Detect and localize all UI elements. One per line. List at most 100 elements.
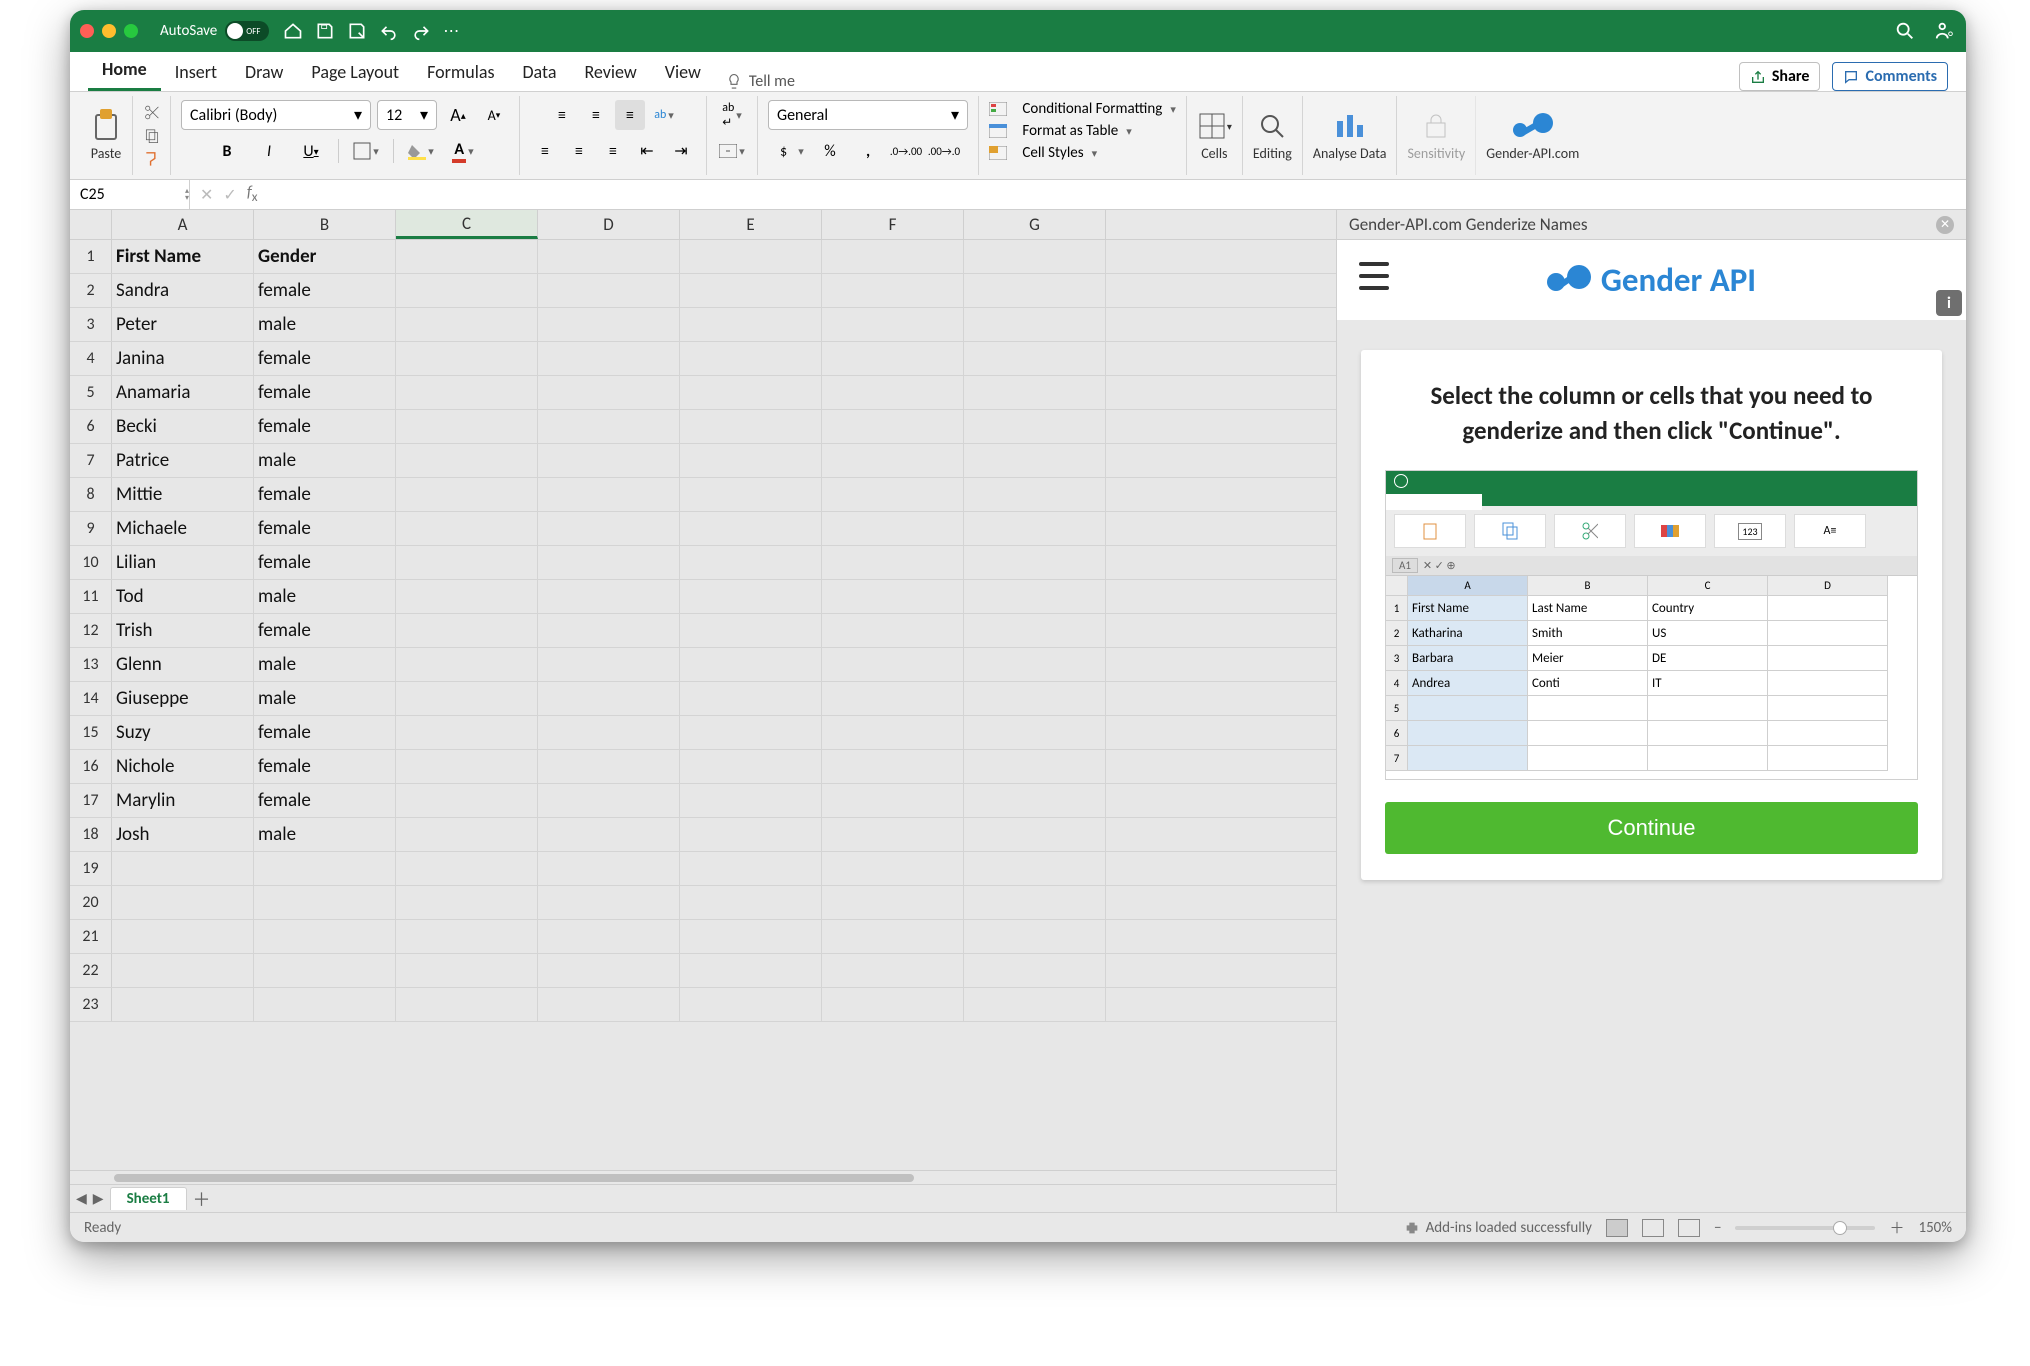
cell[interactable]	[538, 478, 680, 511]
cell[interactable]	[254, 954, 396, 987]
cell[interactable]	[680, 954, 822, 987]
cell[interactable]	[964, 648, 1106, 681]
cell[interactable]	[964, 988, 1106, 1021]
shrink-font-icon[interactable]: A▾	[479, 100, 509, 130]
indent-inc-icon[interactable]: ⇥	[666, 136, 696, 166]
tab-data[interactable]: Data	[508, 53, 570, 91]
cell[interactable]	[538, 614, 680, 647]
cell[interactable]	[964, 614, 1106, 647]
cell[interactable]: Janina	[112, 342, 254, 375]
close-icon[interactable]: ✕	[1936, 216, 1954, 234]
cell[interactable]	[538, 648, 680, 681]
cell[interactable]	[538, 886, 680, 919]
tab-page-layout[interactable]: Page Layout	[297, 53, 413, 91]
comments-button[interactable]: Comments	[1832, 62, 1948, 91]
cell[interactable]	[680, 988, 822, 1021]
font-color-icon[interactable]: A	[448, 136, 478, 166]
cell[interactable]	[396, 988, 538, 1021]
cell[interactable]	[538, 750, 680, 783]
cell[interactable]	[538, 784, 680, 817]
cell[interactable]	[680, 750, 822, 783]
cell[interactable]	[822, 682, 964, 715]
cell[interactable]	[680, 818, 822, 851]
cell[interactable]	[538, 512, 680, 545]
row-header[interactable]: 18	[70, 818, 112, 851]
cell[interactable]: Suzy	[112, 716, 254, 749]
cell[interactable]	[112, 954, 254, 987]
col-header-E[interactable]: E	[680, 210, 822, 239]
cell[interactable]: Peter	[112, 308, 254, 341]
cell[interactable]	[822, 750, 964, 783]
cell[interactable]: Anamaria	[112, 376, 254, 409]
number-format-select[interactable]: General▾	[768, 100, 968, 130]
conditional-formatting[interactable]: Conditional Formatting	[989, 100, 1176, 118]
row-header[interactable]: 12	[70, 614, 112, 647]
hscrollbar[interactable]	[70, 1170, 1336, 1184]
cell[interactable]	[822, 308, 964, 341]
cell[interactable]: Giuseppe	[112, 682, 254, 715]
row-header[interactable]: 5	[70, 376, 112, 409]
cell[interactable]	[538, 954, 680, 987]
cell[interactable]	[538, 818, 680, 851]
cell[interactable]	[112, 852, 254, 885]
cell[interactable]	[538, 580, 680, 613]
cell[interactable]	[964, 274, 1106, 307]
cell[interactable]	[396, 376, 538, 409]
cell[interactable]	[396, 512, 538, 545]
cell[interactable]	[964, 240, 1106, 273]
cell[interactable]: female	[254, 784, 396, 817]
grow-font-icon[interactable]: A▴	[443, 100, 473, 130]
orientation-icon[interactable]: ab	[649, 100, 679, 130]
cell[interactable]: Michaele	[112, 512, 254, 545]
save-as-icon[interactable]	[347, 21, 367, 41]
cell[interactable]: female	[254, 478, 396, 511]
cell[interactable]: female	[254, 750, 396, 783]
cell[interactable]: male	[254, 648, 396, 681]
cell[interactable]	[964, 512, 1106, 545]
cell[interactable]	[538, 444, 680, 477]
row-header[interactable]: 10	[70, 546, 112, 579]
tab-view[interactable]: View	[651, 53, 715, 91]
tell-me[interactable]: Tell me	[725, 72, 795, 91]
row-header[interactable]: 7	[70, 444, 112, 477]
cell[interactable]	[964, 376, 1106, 409]
fx-icon[interactable]: fx	[247, 183, 258, 205]
row-header[interactable]: 23	[70, 988, 112, 1021]
row-header[interactable]: 15	[70, 716, 112, 749]
select-all-corner[interactable]	[70, 210, 112, 239]
cell[interactable]	[822, 886, 964, 919]
row-header[interactable]: 3	[70, 308, 112, 341]
row-header[interactable]: 9	[70, 512, 112, 545]
cell[interactable]: Lilian	[112, 546, 254, 579]
cell[interactable]	[822, 274, 964, 307]
redo-icon[interactable]	[411, 21, 431, 41]
cell[interactable]	[964, 716, 1106, 749]
zoom-in[interactable]: ＋	[1889, 1217, 1904, 1238]
row-header[interactable]: 17	[70, 784, 112, 817]
menu-icon[interactable]	[1359, 262, 1389, 290]
cell[interactable]	[822, 988, 964, 1021]
indent-dec-icon[interactable]: ⇤	[632, 136, 662, 166]
analyse-data[interactable]: Analyse Data	[1303, 96, 1398, 175]
cell[interactable]	[964, 920, 1106, 953]
cell[interactable]: female	[254, 274, 396, 307]
cell[interactable]	[254, 920, 396, 953]
cell[interactable]	[822, 920, 964, 953]
more-icon[interactable]: ⋯	[443, 21, 463, 41]
cell[interactable]	[822, 580, 964, 613]
cell[interactable]	[680, 852, 822, 885]
cell[interactable]	[396, 342, 538, 375]
cell[interactable]	[680, 614, 822, 647]
percent-icon[interactable]: %	[815, 136, 845, 166]
cell[interactable]: Patrice	[112, 444, 254, 477]
row-header[interactable]: 22	[70, 954, 112, 987]
autosave-toggle[interactable]: OFF	[225, 21, 269, 41]
col-header-F[interactable]: F	[822, 210, 964, 239]
fill-color-icon[interactable]	[406, 136, 436, 166]
cell[interactable]	[396, 784, 538, 817]
row-header[interactable]: 1	[70, 240, 112, 273]
cell[interactable]	[822, 546, 964, 579]
cell[interactable]	[538, 852, 680, 885]
align-left-icon[interactable]: ≡	[530, 136, 560, 166]
cell[interactable]	[680, 240, 822, 273]
